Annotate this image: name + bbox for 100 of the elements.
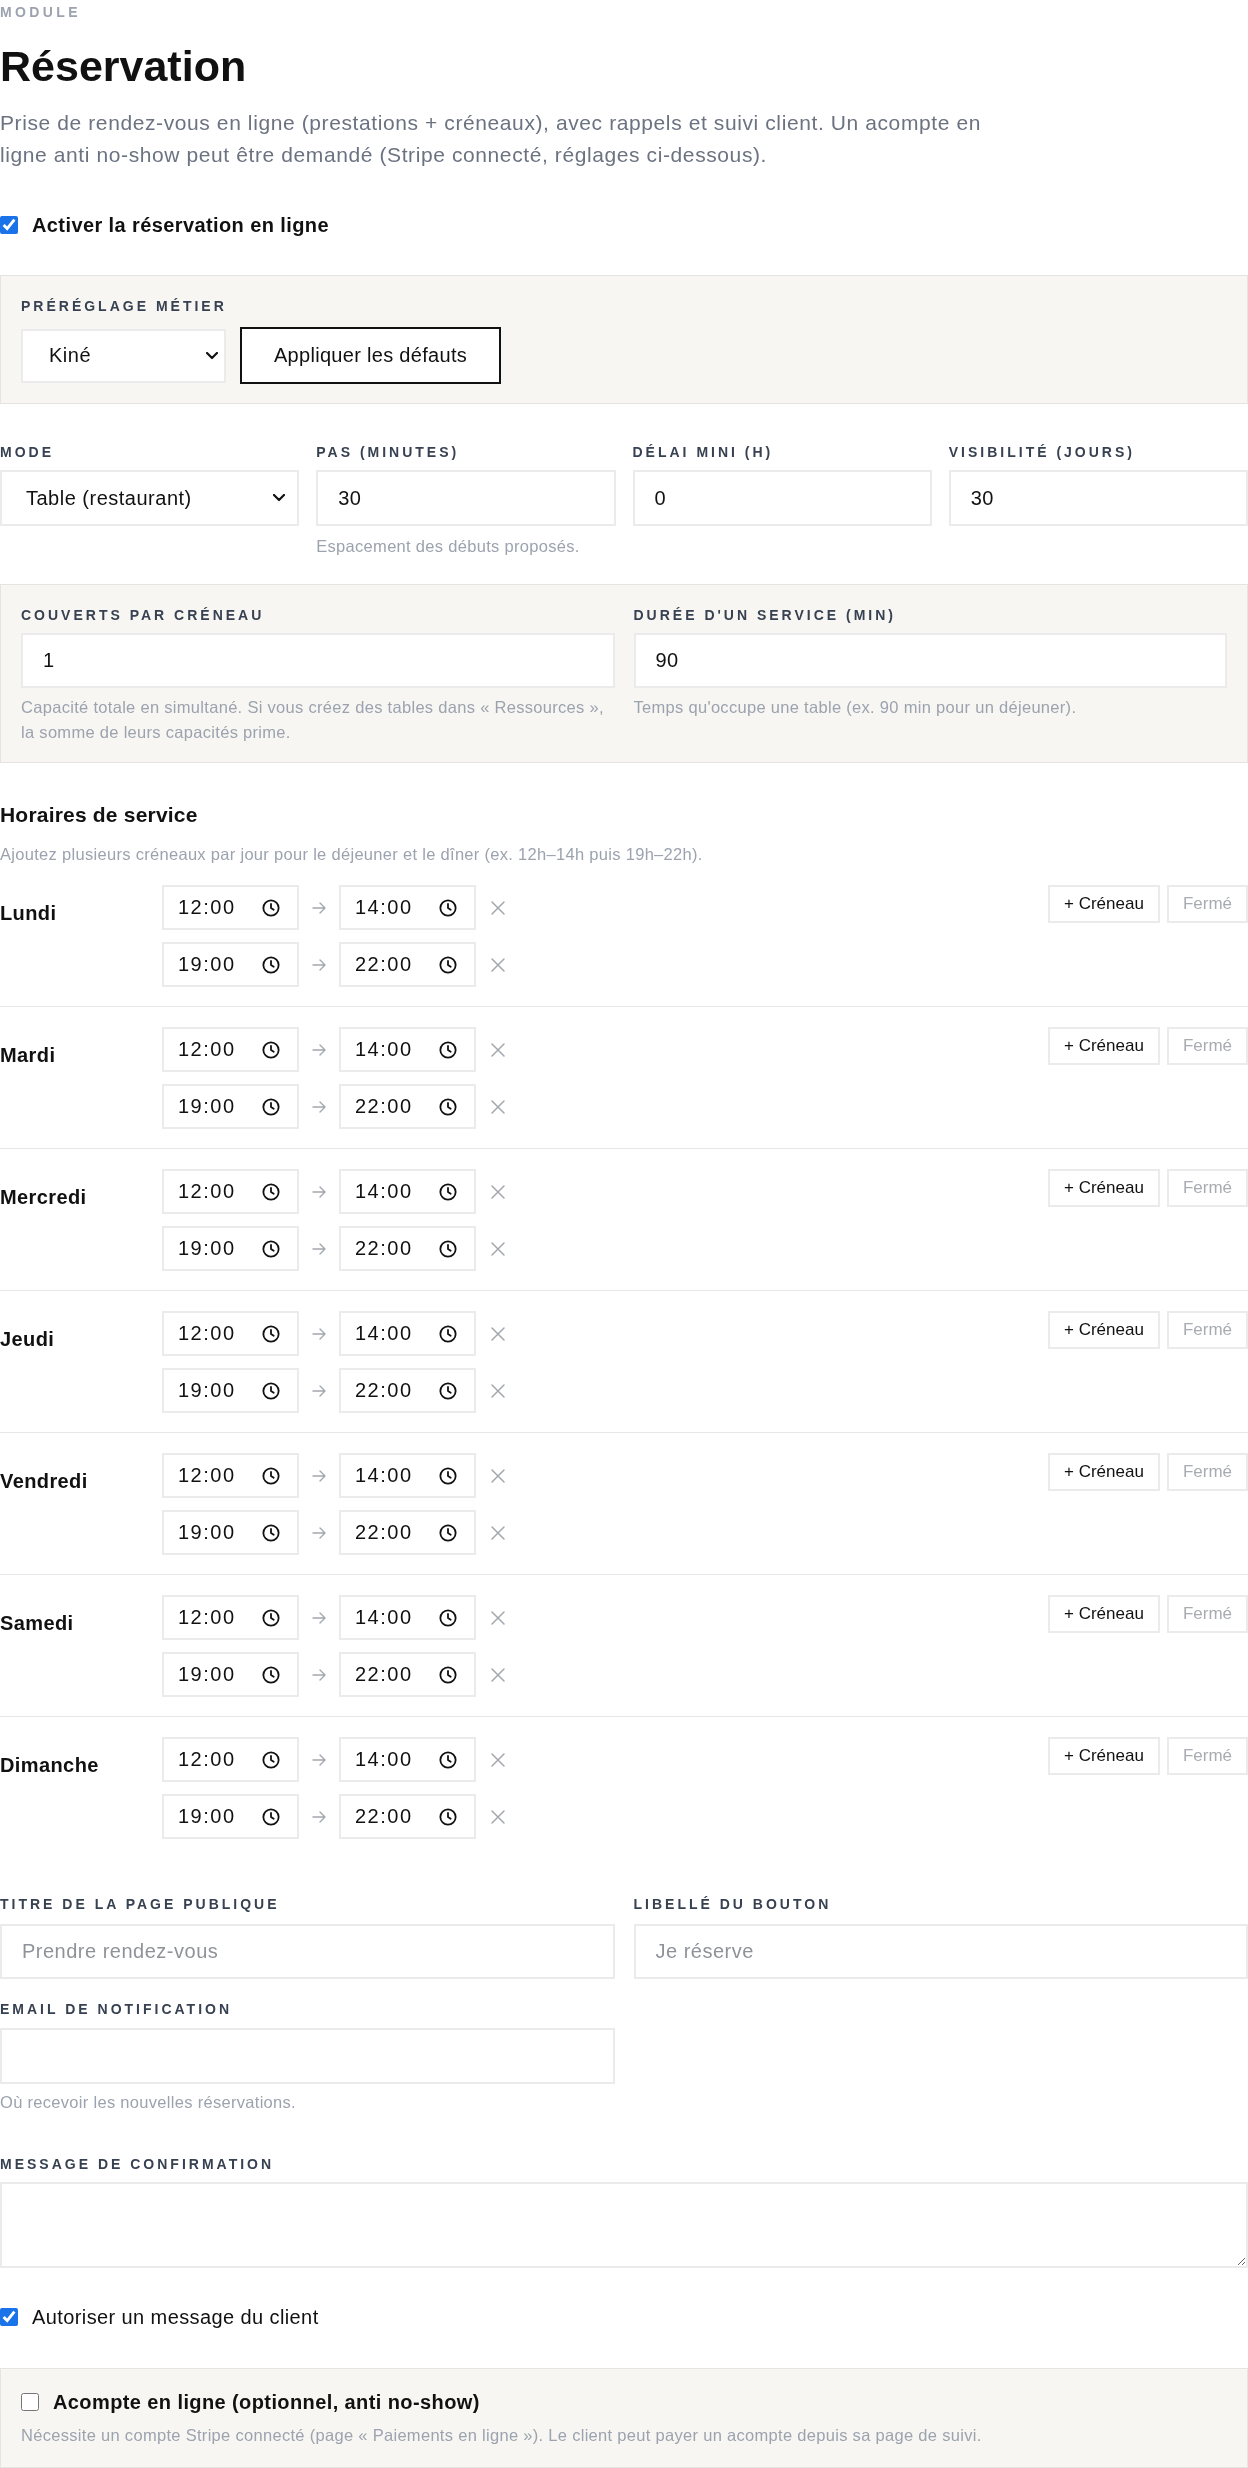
close-icon	[491, 900, 505, 915]
clock-icon[interactable]	[439, 1523, 457, 1542]
time-input[interactable]: 12:00	[162, 1027, 299, 1072]
clock-icon[interactable]	[439, 1324, 457, 1343]
time-input[interactable]: 19:00	[162, 1368, 299, 1413]
time-input[interactable]: 22:00	[339, 1226, 476, 1271]
clock-icon[interactable]	[439, 1665, 457, 1684]
clock-icon[interactable]	[262, 1040, 280, 1059]
add-slot-button[interactable]: + Créneau	[1048, 1595, 1160, 1633]
clock-icon[interactable]	[262, 955, 280, 974]
time-input[interactable]: 19:00	[162, 1652, 299, 1697]
time-input[interactable]: 14:00	[339, 1737, 476, 1782]
clock-icon[interactable]	[439, 1750, 457, 1769]
add-slot-button[interactable]: + Créneau	[1048, 1027, 1160, 1065]
time-input[interactable]: 14:00	[339, 1027, 476, 1072]
clock-icon[interactable]	[262, 1665, 280, 1684]
section-hint: Ajoutez plusieurs créneaux par jour pour le déjeuner et le dîner (ex. 12h–14h puis 19h–22h).	[0, 844, 703, 864]
field-label: MESSAGE DE CONFIRMATION	[0, 2155, 275, 2173]
add-slot-button[interactable]: + Créneau	[1048, 1169, 1160, 1207]
preset-select[interactable]: Kiné	[21, 328, 226, 383]
arrow-right-icon	[312, 1100, 326, 1113]
time-input[interactable]: 14:00	[339, 885, 476, 930]
clock-icon[interactable]	[439, 1381, 457, 1400]
arrow-right-icon	[312, 1753, 326, 1766]
clock-icon[interactable]	[262, 1182, 280, 1201]
checkbox[interactable]	[0, 216, 18, 234]
clock-icon[interactable]	[439, 1807, 457, 1826]
time-input[interactable]: 22:00	[339, 942, 476, 987]
clock-icon[interactable]	[439, 898, 457, 917]
clock-icon[interactable]	[262, 1466, 280, 1485]
close-icon	[491, 1525, 505, 1540]
day-label: Lundi	[0, 901, 57, 925]
add-slot-button[interactable]: + Créneau	[1048, 1737, 1160, 1775]
close-icon	[491, 957, 505, 972]
number-input[interactable]: 30	[316, 470, 616, 526]
close-icon	[491, 1184, 505, 1199]
field-label: DURÉE D'UN SERVICE (MIN)	[633, 606, 897, 624]
number-input[interactable]: 0	[632, 470, 932, 526]
day-label: Mercredi	[0, 1185, 87, 1209]
arrow-right-icon	[312, 1526, 326, 1539]
field-label: MODE	[0, 443, 54, 461]
time-input[interactable]: 12:00	[162, 1311, 299, 1356]
arrow-right-icon	[312, 1611, 326, 1624]
text-input[interactable]: Je réserve	[633, 1924, 1248, 1979]
number-input[interactable]: 30	[948, 470, 1248, 526]
time-input[interactable]: 12:00	[162, 1169, 299, 1214]
time-input[interactable]: 14:00	[339, 1595, 476, 1640]
number-input[interactable]: 90	[633, 633, 1227, 688]
clock-icon[interactable]	[262, 1381, 280, 1400]
text-input[interactable]: Prendre rendez-vous	[0, 1924, 615, 1979]
apply-defaults-button[interactable]: Appliquer les défauts	[240, 327, 501, 384]
checkbox[interactable]	[21, 2393, 39, 2411]
clock-icon[interactable]	[439, 955, 457, 974]
day-label: Jeudi	[0, 1327, 55, 1351]
time-input[interactable]: 22:00	[339, 1794, 476, 1839]
time-input[interactable]: 12:00	[162, 885, 299, 930]
close-icon	[491, 1809, 505, 1824]
clock-icon[interactable]	[262, 1239, 280, 1258]
clock-icon[interactable]	[439, 1040, 457, 1059]
clock-icon[interactable]	[439, 1097, 457, 1116]
checkbox[interactable]	[0, 2308, 18, 2326]
clock-icon[interactable]	[439, 1239, 457, 1258]
time-input[interactable]: 22:00	[339, 1652, 476, 1697]
time-input[interactable]: 19:00	[162, 1084, 299, 1129]
time-input[interactable]: 19:00	[162, 1226, 299, 1271]
time-input[interactable]: 19:00	[162, 1794, 299, 1839]
close-icon	[491, 1326, 505, 1341]
day-label: Dimanche	[0, 1753, 99, 1777]
time-input[interactable]: 14:00	[339, 1169, 476, 1214]
clock-icon[interactable]	[439, 1182, 457, 1201]
time-input[interactable]: 14:00	[339, 1311, 476, 1356]
time-input[interactable]: 22:00	[339, 1510, 476, 1555]
add-slot-button[interactable]: + Créneau	[1048, 885, 1160, 923]
time-input[interactable]: 22:00	[339, 1084, 476, 1129]
add-slot-button[interactable]: + Créneau	[1048, 1453, 1160, 1491]
clock-icon[interactable]	[262, 1750, 280, 1769]
clock-icon[interactable]	[262, 898, 280, 917]
mode-select[interactable]: Table (restaurant)	[0, 470, 300, 526]
close-icon	[491, 1752, 505, 1767]
time-input[interactable]: 14:00	[339, 1453, 476, 1498]
clock-icon[interactable]	[262, 1324, 280, 1343]
arrow-right-icon	[312, 1185, 326, 1198]
time-input[interactable]: 12:00	[162, 1737, 299, 1782]
field-hint: Espacement des débuts proposés.	[316, 536, 580, 557]
clock-icon[interactable]	[262, 1097, 280, 1116]
time-input[interactable]: 22:00	[339, 1368, 476, 1413]
field-hint: Capacité totale en simultané. Si vous créez des tables dans « Ressources », la somme de leurs capacités prime.	[21, 697, 605, 743]
time-input[interactable]: 12:00	[162, 1453, 299, 1498]
clock-icon[interactable]	[262, 1523, 280, 1542]
field-label: TITRE DE LA PAGE PUBLIQUE	[0, 1895, 280, 1913]
clock-icon[interactable]	[439, 1466, 457, 1485]
clock-icon[interactable]	[262, 1608, 280, 1627]
time-input[interactable]: 19:00	[162, 1510, 299, 1555]
add-slot-button[interactable]: + Créneau	[1048, 1311, 1160, 1349]
clock-icon[interactable]	[439, 1608, 457, 1627]
clock-icon[interactable]	[262, 1807, 280, 1826]
time-input[interactable]: 19:00	[162, 942, 299, 987]
arrow-right-icon	[312, 901, 326, 914]
time-input[interactable]: 12:00	[162, 1595, 299, 1640]
number-input[interactable]: 1	[21, 633, 615, 688]
